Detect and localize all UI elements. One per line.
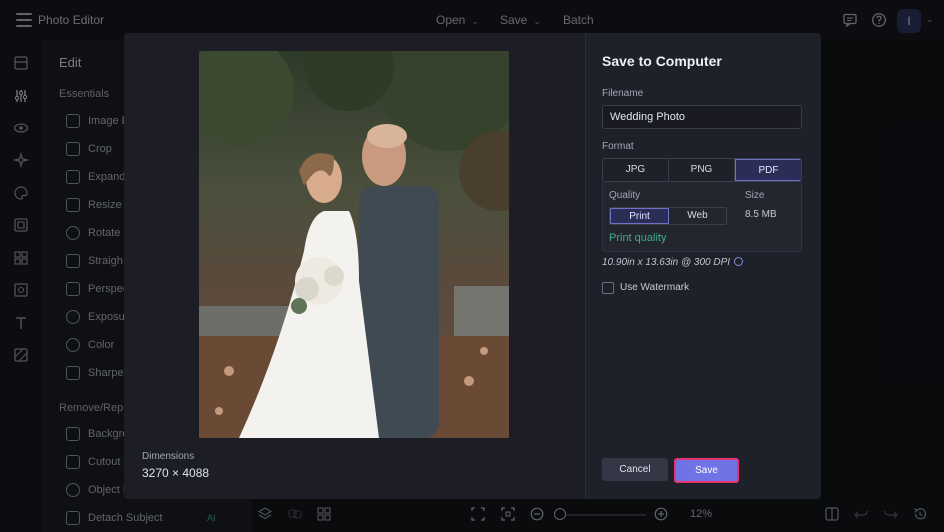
filename-input[interactable] [602,105,802,129]
print-dimensions: 10.90in x 13.63in @ 300 DPI [602,257,744,268]
save-button[interactable]: Save [674,458,739,483]
format-option-jpg[interactable]: JPG [603,159,669,181]
filename-label: Filename [602,88,644,99]
watermark-checkbox[interactable] [602,282,614,294]
info-icon[interactable] [734,257,744,266]
divider [585,33,586,499]
quality-option-web[interactable]: Web [669,208,726,224]
quality-option-print[interactable]: Print [610,208,669,224]
size-label: Size [745,190,765,201]
format-option-pdf[interactable]: PDF [735,159,801,181]
dimensions-label: Dimensions [142,451,195,462]
dimensions-value: 3270 × 4088 [142,466,210,480]
preview-pane: Dimensions 3270 × 4088 [124,33,585,499]
quality-selector: Print Web [609,207,727,225]
format-selector: JPG PNG PDF [602,158,802,182]
print-dimensions-text: 10.90in x 13.63in @ 300 DPI [602,257,731,268]
cancel-button[interactable]: Cancel [602,458,668,481]
wedding-photo-preview [199,51,509,438]
dialog-title: Save to Computer [602,53,722,69]
file-size: 8.5 MB [745,209,777,220]
quality-note: Print quality [609,232,667,244]
quality-panel: Quality Size Print Web 8.5 MB Print qual… [602,182,802,252]
format-option-png[interactable]: PNG [669,159,735,181]
watermark-label[interactable]: Use Watermark [620,282,689,293]
save-dialog: Dimensions 3270 × 4088 Save to Computer … [124,33,821,499]
quality-label: Quality [609,190,641,201]
format-label: Format [602,141,634,152]
